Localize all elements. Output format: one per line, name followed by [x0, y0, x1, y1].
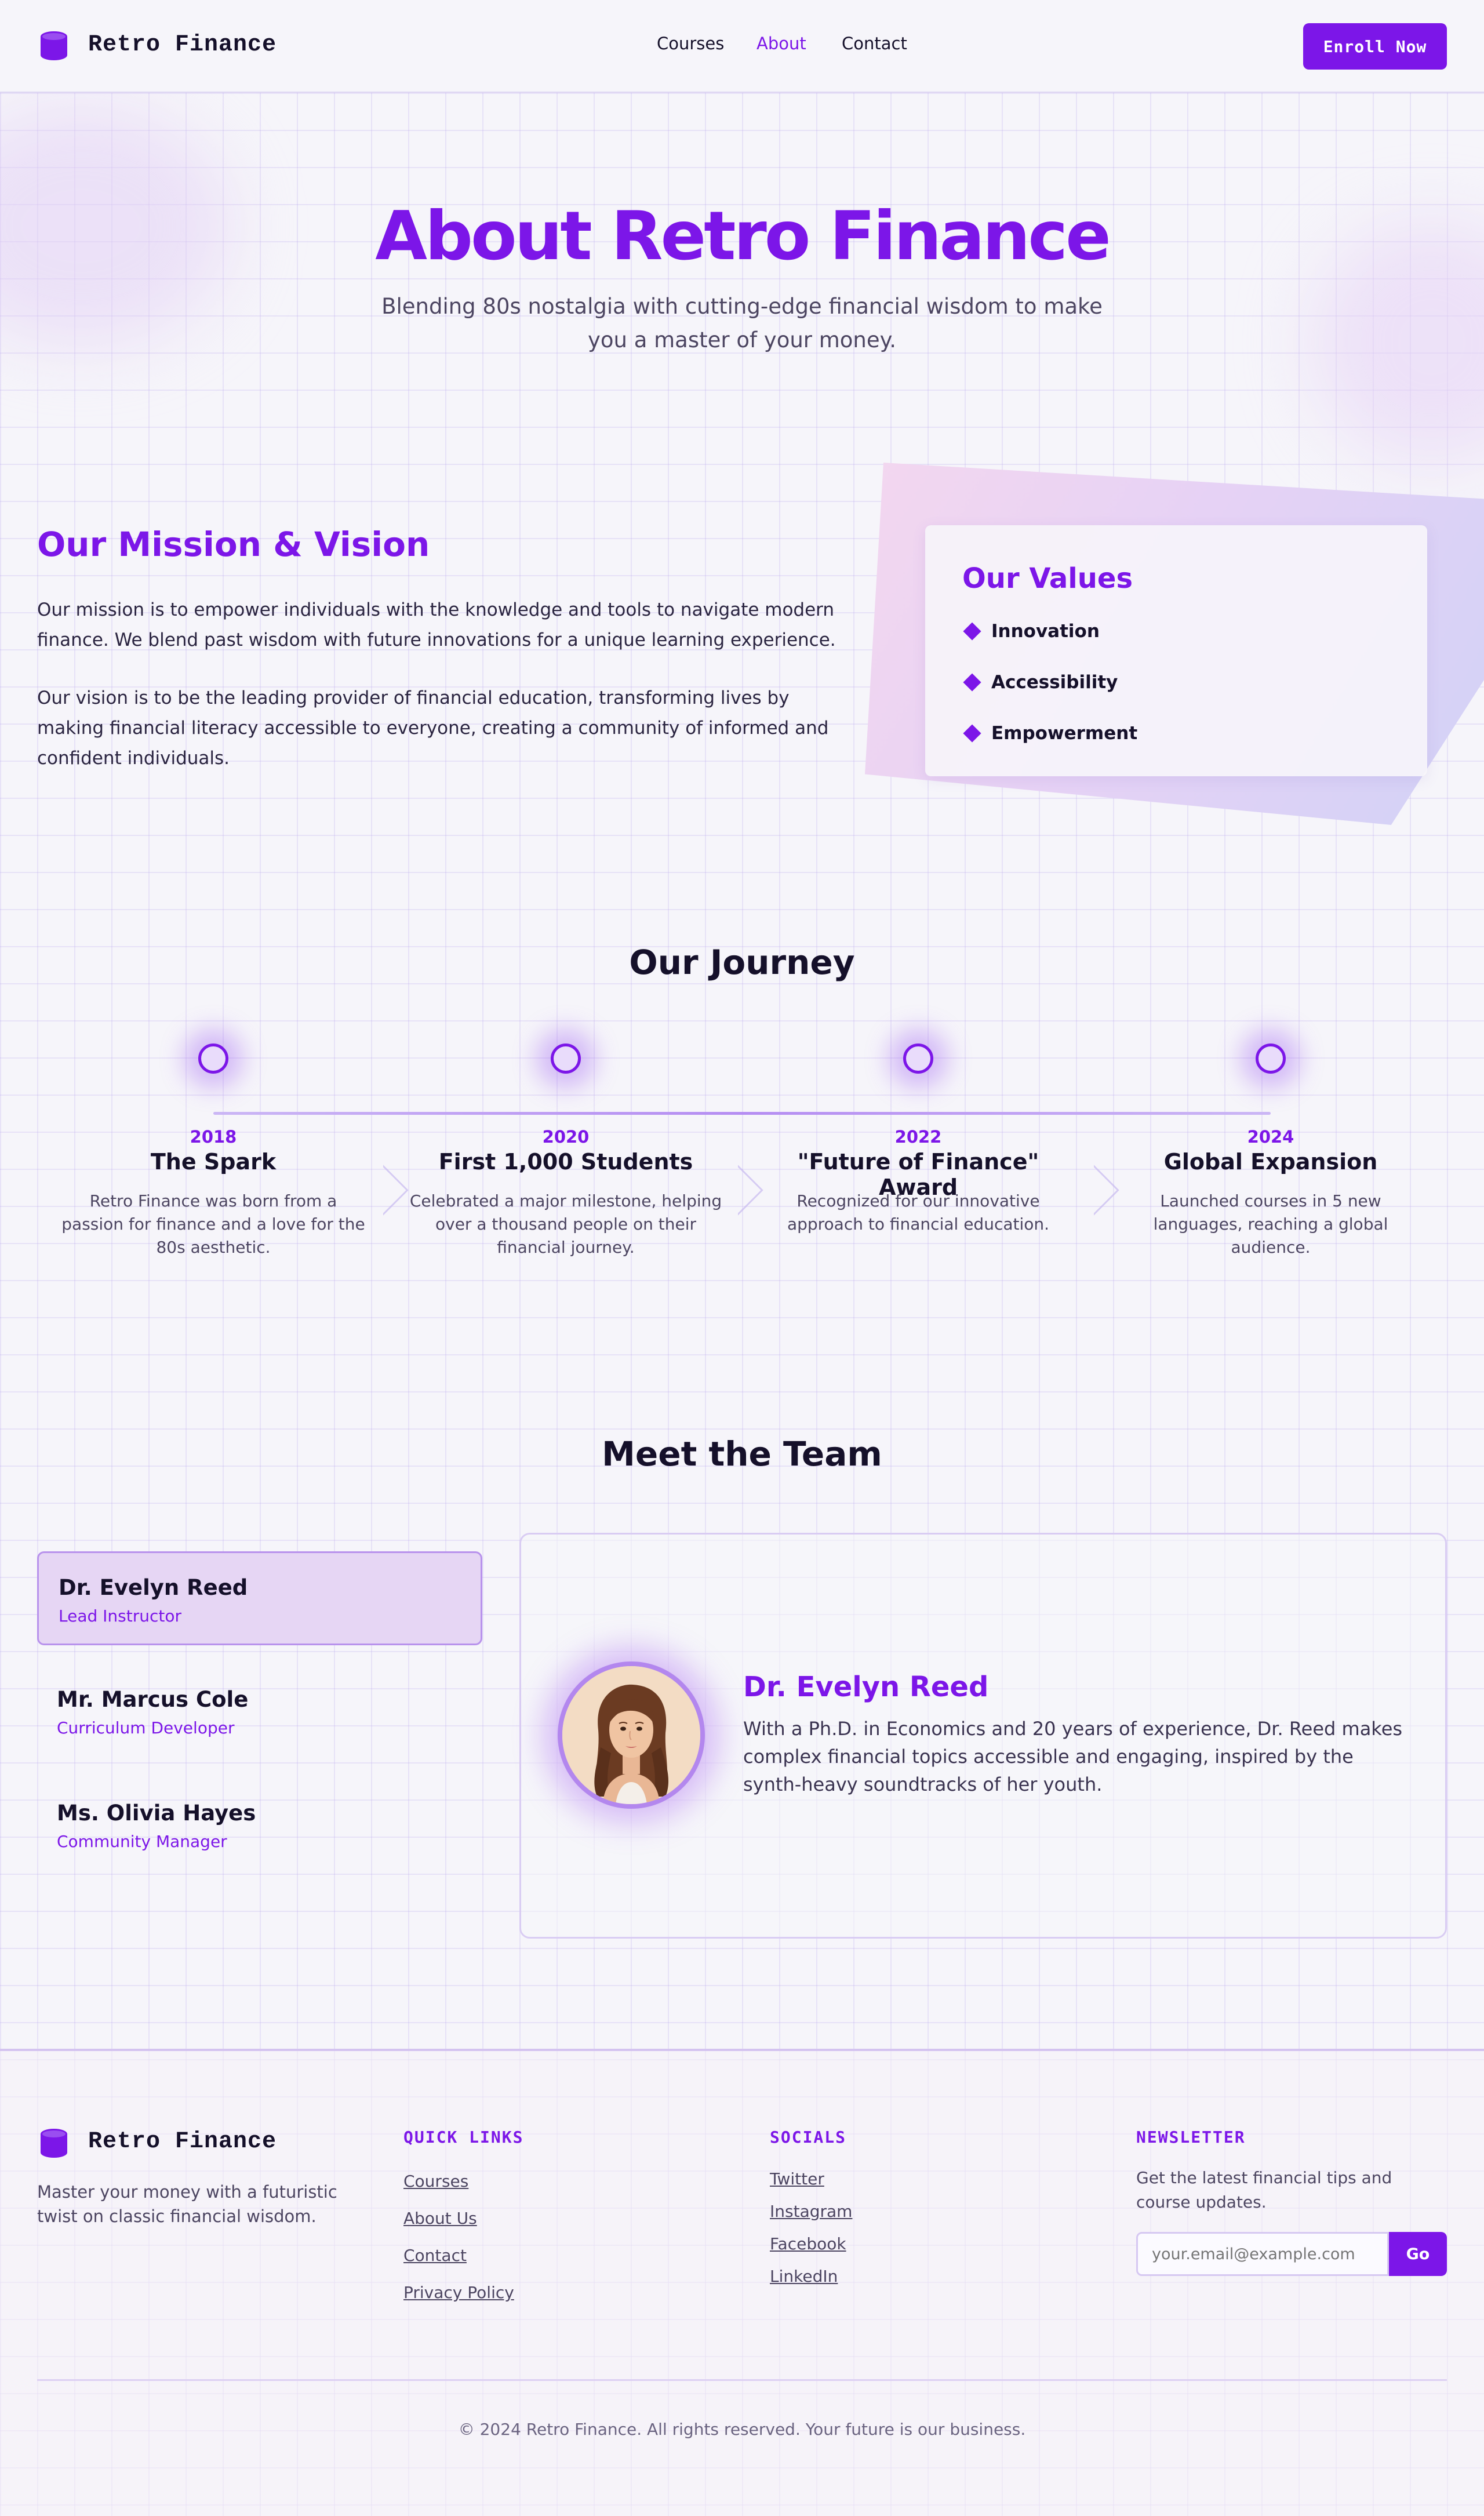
value-item: Innovation: [962, 617, 1100, 646]
footer-tagline: Master your money with a futuristic twis…: [37, 2182, 337, 2226]
team-member-marcus-cole[interactable]: Mr. Marcus Cole Curriculum Developer: [37, 1665, 482, 1759]
timeline-description: Celebrated a major milestone, helping ov…: [409, 1191, 722, 1257]
journey-heading: Our Journey: [629, 943, 855, 982]
timeline-title: The Spark: [150, 1149, 277, 1175]
page-title: About Retro Finance: [375, 197, 1111, 275]
socials-heading: SOCIALS: [770, 2128, 847, 2147]
hero-subtitle: Blending 80s nostalgia with cutting-edge…: [381, 294, 1103, 352]
timeline-description: Retro Finance was born from a passion fo…: [61, 1191, 365, 1257]
value-label: Innovation: [991, 621, 1100, 642]
newsletter-email-input[interactable]: [1136, 2232, 1389, 2276]
timeline-node-icon: [1256, 1044, 1286, 1074]
mission-paragraph: Our mission is to empower individuals wi…: [37, 599, 836, 650]
social-link-instagram[interactable]: Instagram: [770, 2202, 852, 2221]
value-item: Empowerment: [962, 719, 1137, 748]
nav-link-contact[interactable]: Contact: [842, 34, 907, 53]
newsletter-submit-button[interactable]: Go: [1389, 2232, 1447, 2276]
value-item: Accessibility: [962, 668, 1118, 697]
member-role: Lead Instructor: [59, 1606, 182, 1626]
footer-link-courses[interactable]: Courses: [403, 2172, 468, 2191]
timeline-year: 2022: [894, 1127, 942, 1147]
timeline-title: Global Expansion: [1163, 1149, 1378, 1175]
footer-link-contact[interactable]: Contact: [403, 2246, 467, 2265]
team-member-olivia-hayes[interactable]: Ms. Olivia Hayes Community Manager: [37, 1779, 482, 1873]
timeline-node-icon: [198, 1044, 228, 1074]
footer-link-about-us[interactable]: About Us: [403, 2209, 477, 2228]
copyright-text: © 2024 Retro Finance. All rights reserve…: [458, 2420, 1026, 2439]
social-link-twitter[interactable]: Twitter: [770, 2169, 824, 2188]
footer-divider: [37, 2379, 1447, 2381]
site-footer: [0, 2049, 1484, 2516]
timeline-year: 2024: [1247, 1127, 1294, 1147]
brand-logo-text[interactable]: Retro Finance: [88, 32, 277, 58]
avatar: [558, 1661, 705, 1809]
vision-paragraph: Our vision is to be the leading provider…: [37, 688, 829, 769]
team-heading: Meet the Team: [602, 1434, 882, 1474]
coin-stack-icon: [41, 2129, 67, 2158]
nav-link-about[interactable]: About: [756, 34, 806, 53]
timeline-description: Launched courses in 5 new languages, rea…: [1153, 1191, 1388, 1257]
member-name: Mr. Marcus Cole: [57, 1687, 249, 1712]
enroll-now-button[interactable]: Enroll Now: [1303, 23, 1447, 70]
timeline-year: 2020: [542, 1127, 590, 1147]
diamond-icon: [963, 724, 981, 743]
member-name: Ms. Olivia Hayes: [57, 1801, 256, 1826]
site-header: Retro Finance Courses About Contact Enro…: [0, 0, 1484, 93]
diamond-icon: [963, 673, 981, 692]
social-link-linkedin[interactable]: LinkedIn: [770, 2267, 838, 2286]
quick-links-heading: QUICK LINKS: [403, 2128, 524, 2147]
footer-link-privacy-policy[interactable]: Privacy Policy: [403, 2283, 514, 2302]
mission-heading: Our Mission & Vision: [37, 525, 430, 564]
coin-stack-icon[interactable]: [41, 31, 67, 60]
diamond-icon: [963, 622, 981, 641]
timeline-title: First 1,000 Students: [438, 1149, 693, 1175]
timeline-node-icon: [551, 1044, 581, 1074]
timeline-line: [213, 1112, 1271, 1115]
team-member-evelyn-reed[interactable]: Dr. Evelyn Reed Lead Instructor: [37, 1551, 482, 1645]
values-heading: Our Values: [962, 562, 1133, 595]
value-label: Accessibility: [991, 672, 1118, 693]
woman-portrait-icon: [562, 1666, 700, 1804]
nav-link-courses[interactable]: Courses: [657, 34, 724, 53]
value-label: Empowerment: [991, 723, 1138, 744]
timeline-node-icon: [903, 1044, 933, 1074]
timeline-description: Recognized for our innovative approach t…: [787, 1191, 1050, 1234]
member-name: Dr. Evelyn Reed: [59, 1575, 248, 1600]
timeline-year: 2018: [190, 1127, 237, 1147]
member-role: Curriculum Developer: [57, 1718, 235, 1737]
profile-name: Dr. Evelyn Reed: [743, 1671, 989, 1703]
profile-bio: With a Ph.D. in Economics and 20 years o…: [743, 1718, 1403, 1795]
newsletter-description: Get the latest financial tips and course…: [1136, 2168, 1392, 2212]
member-role: Community Manager: [57, 1832, 227, 1851]
newsletter-heading: NEWSLETTER: [1136, 2128, 1246, 2147]
social-link-facebook[interactable]: Facebook: [770, 2234, 846, 2253]
footer-brand-name: Retro Finance: [88, 2129, 277, 2155]
